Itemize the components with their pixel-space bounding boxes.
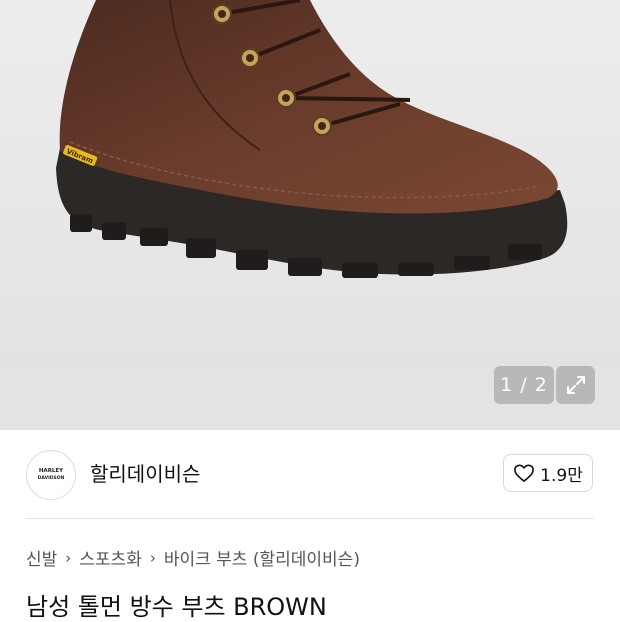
breadcrumb: 신발 › 스포츠화 › 바이크 부츠 (할리데이비슨) bbox=[26, 545, 360, 571]
brand-logo-text-1: HARLEY bbox=[38, 468, 64, 474]
chevron-right-icon: › bbox=[65, 548, 72, 567]
product-image-gallery[interactable]: Vibram 1 / 2 bbox=[0, 0, 620, 430]
like-count: 1.9만 bbox=[540, 465, 583, 486]
brand-name[interactable]: 할리데이비슨 bbox=[90, 458, 200, 487]
image-counter: 1 / 2 bbox=[494, 366, 554, 404]
expand-button[interactable] bbox=[556, 366, 595, 404]
breadcrumb-item-shoes[interactable]: 신발 bbox=[26, 545, 57, 570]
divider bbox=[26, 518, 594, 519]
expand-icon bbox=[566, 376, 585, 394]
breadcrumb-item-bike-boots[interactable]: 바이크 부츠 (할리데이비슨) bbox=[164, 545, 360, 570]
product-title: 남성 톨먼 방수 부츠 BROWN bbox=[26, 593, 327, 621]
like-button[interactable]: 1.9만 bbox=[503, 454, 593, 492]
chevron-right-icon: › bbox=[149, 548, 156, 567]
brand-logo[interactable]: HARLEY DAVIDSON bbox=[26, 450, 76, 500]
breadcrumb-item-sports-shoes[interactable]: 스포츠화 bbox=[79, 545, 142, 570]
heart-icon bbox=[514, 464, 535, 482]
brand-logo-text-2: DAVIDSON bbox=[37, 476, 65, 481]
